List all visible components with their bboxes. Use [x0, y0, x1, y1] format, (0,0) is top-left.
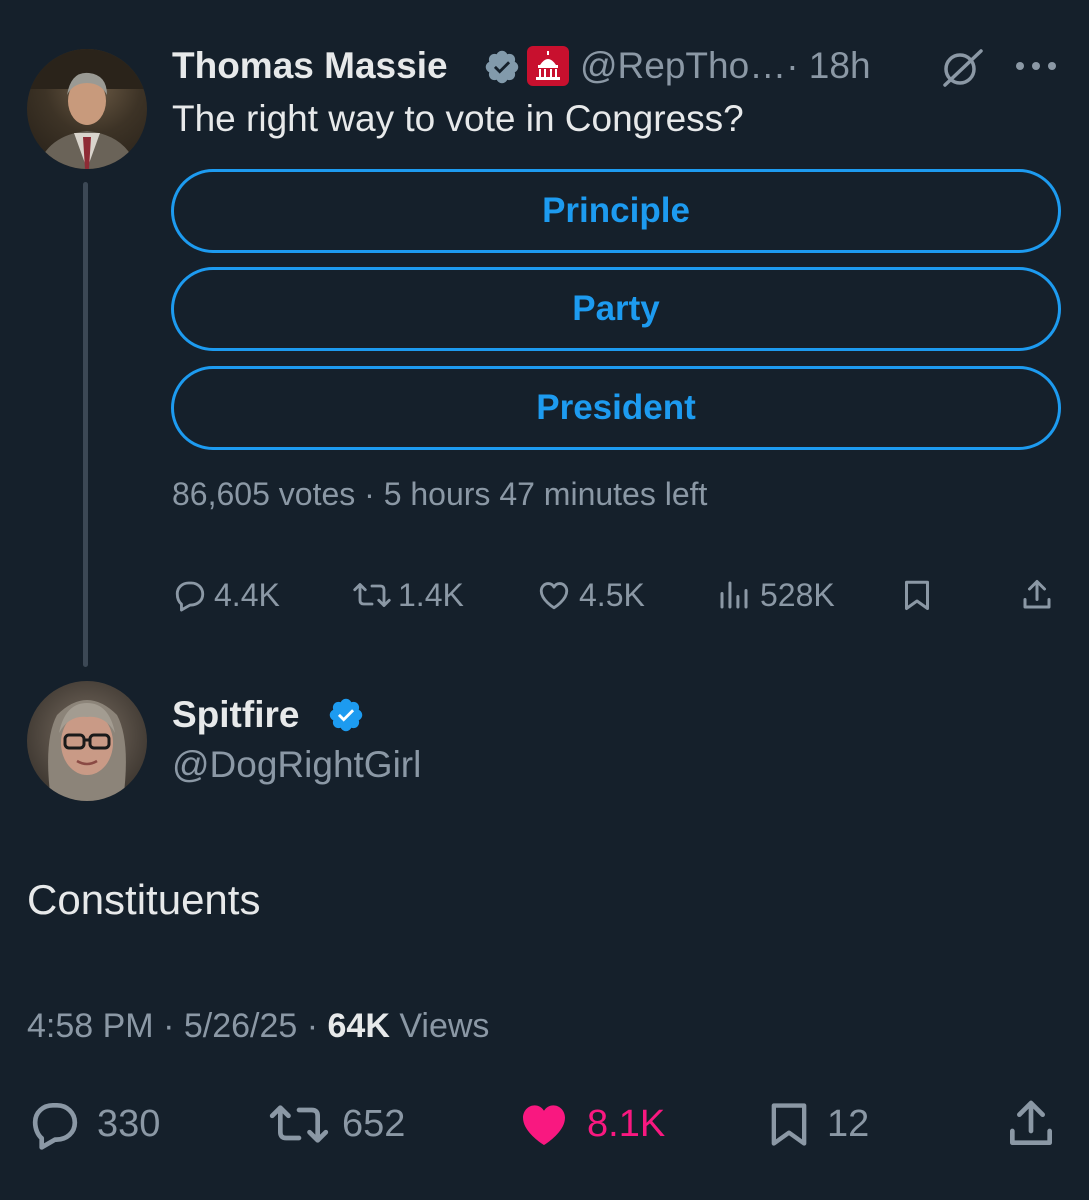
- tweet-meta: 4:58 PM · 5/26/25 · 64K Views: [27, 1007, 489, 1046]
- poll-option-party[interactable]: Party: [171, 267, 1061, 351]
- avatar-photo-thomas-massie: [27, 49, 147, 169]
- reply-count: 4.4K: [214, 576, 280, 613]
- poll-option-principle[interactable]: Principle: [171, 169, 1061, 253]
- reply-count: 330: [97, 1102, 161, 1145]
- heart-icon: [539, 582, 569, 610]
- bookmark-icon: [771, 1103, 807, 1146]
- reply-button[interactable]: 330: [27, 1096, 160, 1152]
- like-button[interactable]: 8.1K: [515, 1096, 665, 1152]
- verified-blue-badge-icon: [329, 698, 363, 732]
- tweet-time[interactable]: · 18h: [786, 45, 870, 86]
- meta-separator: ·: [297, 1007, 328, 1045]
- views-count[interactable]: 64K: [328, 1007, 390, 1045]
- author-name[interactable]: Thomas Massie: [172, 45, 448, 87]
- like-count: 8.1K: [587, 1102, 666, 1145]
- retweet-button[interactable]: 1.4K: [352, 573, 464, 617]
- us-capitol-badge-icon: [527, 46, 569, 86]
- more-options-icon[interactable]: [1012, 54, 1060, 78]
- reply-icon: [32, 1103, 78, 1150]
- avatar[interactable]: [27, 681, 147, 801]
- bookmark-button[interactable]: 12: [763, 1096, 869, 1152]
- retweet-count: 652: [342, 1102, 406, 1145]
- like-count: 4.5K: [579, 576, 645, 613]
- views-count: 528K: [760, 576, 835, 613]
- tweet-time[interactable]: 4:58 PM: [27, 1007, 154, 1045]
- thread-connector-line: [83, 182, 88, 667]
- author-handle[interactable]: @RepTho…: [580, 45, 786, 86]
- share-icon: [1023, 580, 1051, 609]
- verified-gray-badge-icon: [485, 50, 519, 84]
- avatar-photo-spitfire: [48, 700, 126, 801]
- views-button[interactable]: 528K: [716, 573, 835, 617]
- tweet-date[interactable]: 5/26/25: [184, 1007, 297, 1045]
- share-button[interactable]: [1019, 573, 1055, 617]
- bookmark-count: 12: [827, 1102, 870, 1145]
- author-handle-and-time[interactable]: @RepTho…· 18h: [580, 45, 871, 87]
- retweet-count: 1.4K: [398, 576, 464, 613]
- like-button[interactable]: 4.5K: [535, 573, 645, 617]
- poll-meta: 86,605 votes · 5 hours 47 minutes left: [172, 476, 708, 512]
- tweet-text: The right way to vote in Congress?: [172, 98, 744, 139]
- bookmark-icon: [905, 580, 929, 610]
- avatar[interactable]: [27, 49, 147, 169]
- grok-icon[interactable]: [937, 45, 987, 89]
- reply-icon: [175, 581, 205, 612]
- author-handle[interactable]: @DogRightGirl: [172, 744, 421, 786]
- views-bar-chart-icon: [720, 581, 748, 609]
- tweet-text: Constituents: [27, 876, 261, 923]
- retweet-button[interactable]: 652: [268, 1096, 405, 1152]
- retweet-icon: [269, 1105, 329, 1143]
- share-button[interactable]: [1003, 1096, 1059, 1152]
- retweet-icon: [353, 583, 391, 607]
- bookmark-button[interactable]: [899, 573, 935, 617]
- poll-option-president[interactable]: President: [171, 366, 1061, 450]
- author-name[interactable]: Spitfire: [172, 694, 299, 736]
- reply-button[interactable]: 4.4K: [172, 573, 280, 617]
- meta-separator: ·: [153, 1007, 184, 1045]
- heart-filled-icon: [523, 1105, 565, 1145]
- views-label: Views: [389, 1007, 490, 1045]
- share-icon: [1010, 1100, 1052, 1145]
